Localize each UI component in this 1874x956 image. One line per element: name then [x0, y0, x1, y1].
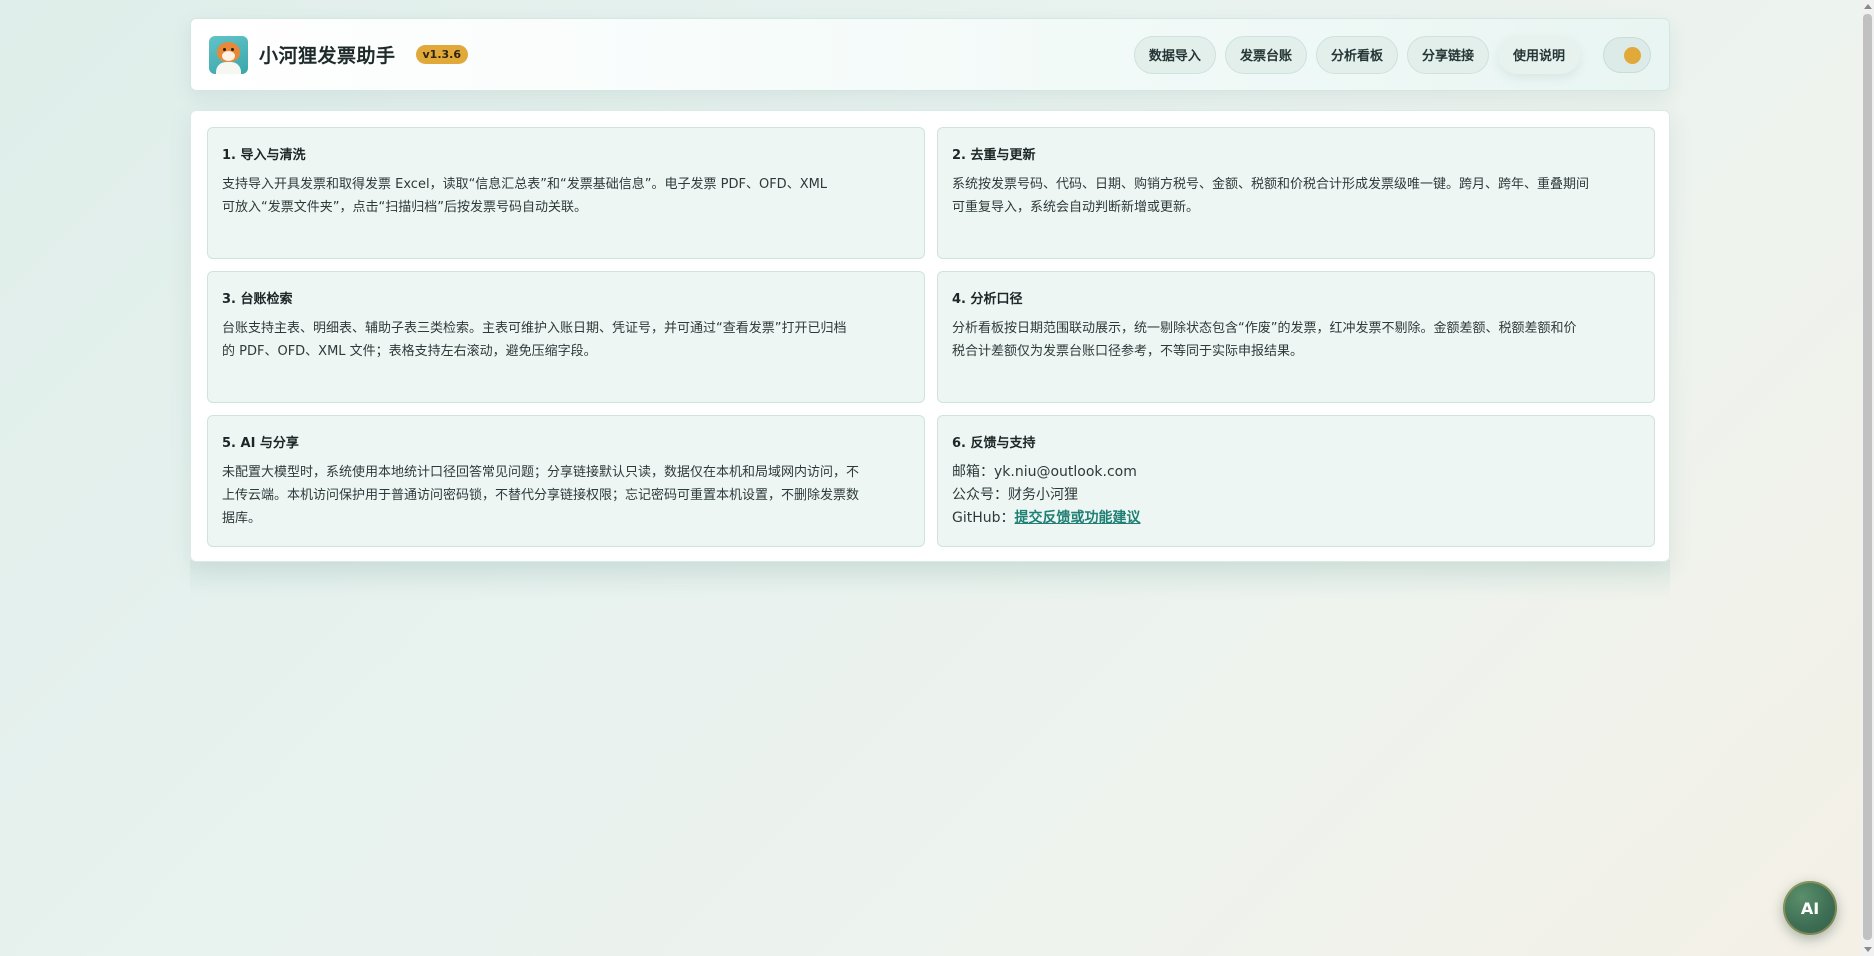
theme-toggle-icon — [1624, 46, 1641, 64]
card-body: 系统按发票号码、代码、日期、购销方税号、金额、税额和价税合计形成发票级唯一键。跨… — [952, 177, 1590, 215]
scroll-up-icon[interactable] — [1864, 4, 1872, 9]
beaver-mascot-icon — [209, 35, 248, 74]
card-title: 4. 分析口径 — [952, 292, 1023, 307]
page-scrollbar[interactable] — [1861, 0, 1874, 956]
card-body: 分析看板按日期范围联动展示，统一剔除状态包含“作废”的发票，红冲发票不剔除。金额… — [952, 321, 1577, 359]
scrollbar-thumb[interactable] — [1863, 14, 1872, 940]
help-card-analysis-scope: 4. 分析口径 分析看板按日期范围联动展示，统一剔除状态包含“作废”的发票，红冲… — [937, 271, 1655, 403]
help-card-dedupe: 2. 去重与更新 系统按发票号码、代码、日期、购销方税号、金额、税额和价税合计形… — [937, 127, 1655, 259]
top-nav: 数据导入 发票台账 分析看板 分享链接 使用说明 — [1133, 35, 1651, 74]
version-badge: v1.3.6 — [415, 45, 469, 64]
nav-help-button[interactable]: 使用说明 — [1497, 35, 1580, 74]
app-title: 小河狸发票助手 — [259, 45, 396, 67]
scroll-down-icon[interactable] — [1864, 947, 1872, 952]
feedback-github: GitHub：提交反馈或功能建议 — [952, 507, 1640, 530]
github-feedback-link[interactable]: 提交反馈或功能建议 — [1015, 510, 1141, 526]
card-title: 5. AI 与分享 — [222, 436, 299, 451]
ai-assistant-button[interactable]: AI — [1783, 881, 1837, 935]
help-card-ai-share: 5. AI 与分享 未配置大模型时，系统使用本地统计口径回答常见问题；分享链接默… — [207, 415, 925, 547]
app-header: 小河狸发票助手 v1.3.6 数据导入 发票台账 分析看板 分享链接 使用说明 — [190, 18, 1670, 91]
card-title: 3. 台账检索 — [222, 292, 293, 307]
feedback-wechat: 公众号：财务小河狸 — [952, 487, 1078, 503]
nav-share-link-button[interactable]: 分享链接 — [1406, 35, 1489, 74]
help-card-feedback: 6. 反馈与支持 邮箱：yk.niu@outlook.com 公众号：财务小河狸… — [937, 415, 1655, 547]
card-body: 未配置大模型时，系统使用本地统计口径回答常见问题；分享链接默认只读，数据仅在本机… — [222, 465, 860, 526]
panel-shadow — [190, 560, 1670, 600]
help-card-import: 1. 导入与清洗 支持导入开具发票和取得发票 Excel，读取“信息汇总表”和“… — [207, 127, 925, 259]
help-panel: 1. 导入与清洗 支持导入开具发票和取得发票 Excel，读取“信息汇总表”和“… — [190, 110, 1670, 562]
nav-data-import-button[interactable]: 数据导入 — [1133, 35, 1216, 74]
feedback-email: 邮箱：yk.niu@outlook.com — [952, 464, 1137, 480]
help-card-ledger-search: 3. 台账检索 台账支持主表、明细表、辅助子表三类检索。主表可维护入账日期、凭证… — [207, 271, 925, 403]
card-title: 2. 去重与更新 — [952, 148, 1036, 163]
card-body: 支持导入开具发票和取得发票 Excel，读取“信息汇总表”和“发票基础信息”。电… — [222, 177, 828, 215]
theme-toggle[interactable] — [1603, 36, 1651, 73]
nav-analytics-dashboard-button[interactable]: 分析看板 — [1315, 35, 1398, 74]
github-label: GitHub： — [952, 510, 1015, 526]
card-body: 台账支持主表、明细表、辅助子表三类检索。主表可维护入账日期、凭证号，并可通过“查… — [222, 321, 847, 359]
card-title: 1. 导入与清洗 — [222, 148, 306, 163]
card-title: 6. 反馈与支持 — [952, 436, 1036, 451]
nav-invoice-ledger-button[interactable]: 发票台账 — [1224, 35, 1307, 74]
